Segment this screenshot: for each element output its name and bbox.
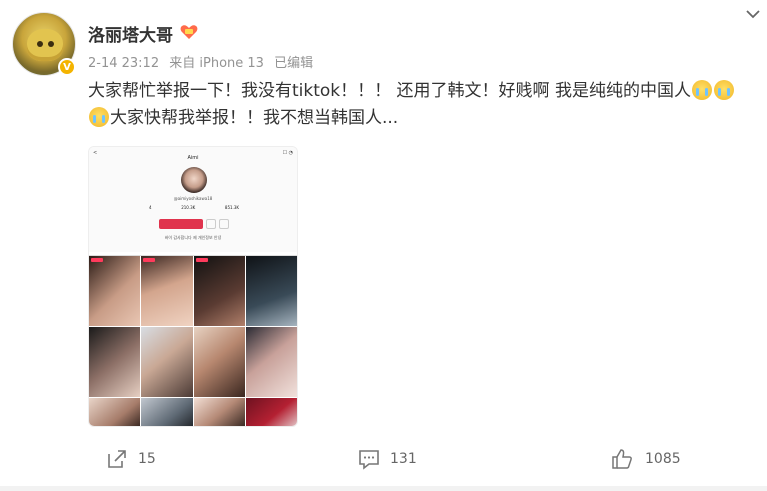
pinned-label [143,258,156,262]
repost-count: 15 [138,451,156,467]
edited-label[interactable]: 已编辑 [274,56,313,71]
divider [0,486,767,491]
attached-screenshot[interactable]: < ☐ ◔ Aimi @aimiyoshikawa18 4 210.3K 851.… [88,146,298,427]
video-thumbnail [89,256,141,326]
pinned-label [91,258,103,262]
stat-likes: 851.3K [224,205,239,210]
follow-button [159,219,203,229]
video-thumbnail [193,398,245,426]
video-thumbnail [89,398,141,426]
more-icon [219,219,229,229]
video-thumbnail [193,327,245,397]
crying-emoji-icon [691,80,712,100]
username[interactable]: 洛丽塔大哥 [88,21,173,46]
video-grid [89,256,297,426]
profile-header: < ☐ ◔ Aimi @aimiyoshikawa18 4 210.3K 851.… [89,147,297,252]
video-thumbnail [245,327,297,397]
like-button[interactable]: 1085 [611,448,681,470]
video-thumbnail [141,327,193,397]
repost-icon [108,450,126,468]
profile-bio: 바이 감사합니다 제 개인정보 안녕 [164,235,222,240]
profile-name: Aimi [187,155,199,161]
comment-count: 131 [390,451,417,467]
video-thumbnail [89,327,141,397]
avatar-eye [48,41,54,47]
thumbs-up-icon [612,449,632,469]
post-text: 大家帮忙举报一下！我没有tiktok！！！ 还用了韩文！好贱啊 我是纯纯的中国人… [88,78,758,132]
instagram-icon [206,219,216,229]
video-thumbnail [245,398,297,426]
verified-badge-icon: V [58,58,76,76]
chevron-down-icon[interactable] [745,8,761,20]
action-bar: 15 131 1085 [0,440,767,480]
profile-handle: @aimiyoshikawa18 [173,196,213,201]
video-thumbnail [141,398,193,426]
stat-following: 4 [149,205,152,210]
stat-followers: 210.3K [181,205,196,210]
post-date[interactable]: 2-14 23:12 [88,56,159,71]
pinned-label [195,258,208,262]
like-count: 1085 [645,451,681,467]
post-text-line1: 大家帮忙举报一下！我没有tiktok！！！ 还用了韩文！好贱啊 我是纯纯的中国人 [88,81,691,101]
vip-heart-icon[interactable] [180,24,198,40]
comment-icon [359,450,379,470]
video-thumbnail [141,256,193,326]
profile-avatar [181,167,207,193]
repost-button[interactable]: 15 [106,448,156,470]
video-thumbnail [193,256,245,326]
avatar-face [27,29,63,61]
crying-emoji-icon [89,107,109,127]
comment-button[interactable]: 131 [358,448,417,470]
video-thumbnail [245,256,297,326]
weibo-post-card: V 洛丽塔大哥 2-14 23:12 来自 iPhone 13 已编辑 大家帮忙… [0,0,767,491]
post-text-line2: 大家快帮我举报！！我不想当韩国人... [110,108,399,128]
profile-stats: 4 210.3K 851.3K [149,205,239,210]
avatar-eye [37,41,43,47]
crying-emoji-icon [713,80,734,100]
post-source: 来自 iPhone 13 [169,56,264,71]
post-meta: 2-14 23:12 来自 iPhone 13 已编辑 [88,52,319,71]
